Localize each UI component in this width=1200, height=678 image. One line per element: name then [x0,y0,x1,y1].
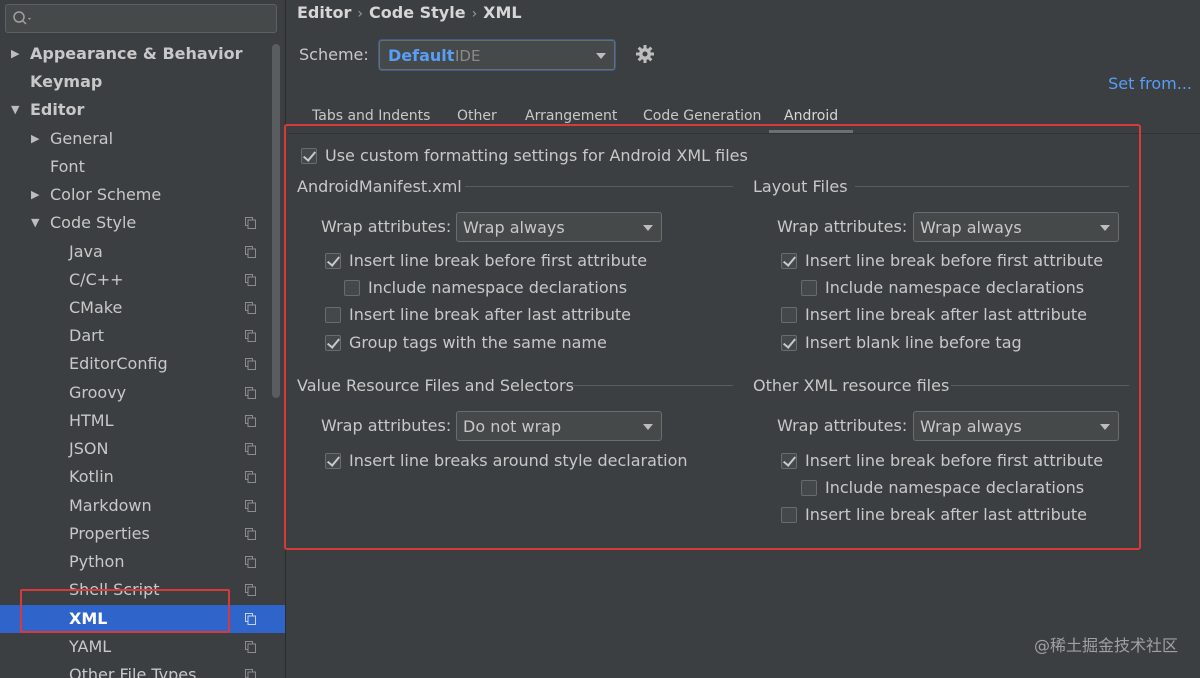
project-copy-icon [245,302,256,314]
tree-item-cmake[interactable]: CMake [0,294,285,322]
project-copy-icon [245,387,256,399]
tree-item-json[interactable]: JSON [0,435,285,463]
tree-item-properties[interactable]: Properties [0,520,285,548]
project-copy-icon [245,443,256,455]
project-copy-icon [245,330,256,342]
tree-item-label: General [50,129,114,148]
tree-item-label: Editor [30,100,85,119]
tree-item-label: Color Scheme [50,185,162,204]
tree-item-label: Font [50,157,85,176]
settings-sidebar: ▶ Appearance & Behavior Keymap ▼ Editor … [0,0,286,678]
settings-search-input[interactable] [5,4,277,33]
tree-item-label: Dart [69,326,104,345]
project-copy-icon [245,556,256,568]
breadcrumb-separator: › [471,6,478,22]
project-copy-icon [245,528,256,540]
project-copy-icon [245,471,256,483]
tree-item-label: C/C++ [69,270,124,289]
tree-item-cpp[interactable]: C/C++ [0,266,285,294]
xml-annotation-box [20,589,230,633]
tree-item-label: Groovy [69,383,127,402]
chevron-right-icon[interactable]: ▶ [31,125,39,153]
watermark-text: @稀土掘金技术社区 [1033,636,1178,655]
tree-item-label: Kotlin [69,467,114,486]
scheme-label: Scheme: [299,45,369,64]
tree-item-label: CMake [69,298,123,317]
tab-tabs-and-indents[interactable]: Tabs and Indents [312,108,430,124]
tree-item-code-style[interactable]: ▼ Code Style [0,209,285,237]
project-copy-icon [245,217,256,229]
tree-item-label: Appearance & Behavior [30,44,243,63]
tree-item-label: YAML [69,637,112,656]
tree-item-label: Markdown [69,496,152,515]
project-copy-icon [245,500,256,512]
set-from-link[interactable]: Set from... [1108,74,1192,93]
chevron-right-icon[interactable]: ▶ [11,40,19,68]
main-panel: Editor › Code Style › XML Scheme: Default ID… [284,0,1200,678]
tree-item-label: HTML [69,411,114,430]
android-annotation-box [284,124,1141,550]
tree-item-keymap[interactable]: Keymap [0,68,285,96]
tree-item-label: EditorConfig [69,354,168,373]
scheme-sub-label: IDE [455,47,481,65]
tree-item-java[interactable]: Java [0,238,285,266]
tree-item-editor[interactable]: ▼ Editor [0,96,285,124]
tab-android[interactable]: Android [784,108,838,124]
breadcrumb: Editor › Code Style › XML [297,3,528,22]
breadcrumb-item-code-style: Code Style [369,3,466,22]
tree-item-font[interactable]: Font [0,153,285,181]
tree-item-label: Code Style [50,213,137,232]
tree-item-label: Python [69,552,125,571]
tree-item-kotlin[interactable]: Kotlin [0,463,285,491]
breadcrumb-item-editor: Editor [297,3,352,22]
tree-item-python[interactable]: Python [0,548,285,576]
project-copy-icon [245,669,256,678]
sidebar-scrollbar[interactable] [272,44,280,398]
tree-item-color-scheme[interactable]: ▶ Color Scheme [0,181,285,209]
tree-item-yaml[interactable]: YAML [0,633,285,661]
tree-item-label: Other File Types [69,665,197,678]
tab-code-generation[interactable]: Code Generation [643,108,761,124]
project-copy-icon [245,246,256,258]
chevron-down-icon[interactable]: ▼ [31,209,39,237]
tree-item-editorconfig[interactable]: EditorConfig [0,350,285,378]
breadcrumb-separator: › [357,6,364,22]
chevron-down-icon[interactable]: ▼ [11,96,19,124]
tree-item-label: JSON [69,439,109,458]
project-copy-icon [245,358,256,370]
tree-item-general[interactable]: ▶ General [0,125,285,153]
scheme-value: Default [388,46,455,65]
tree-item-groovy[interactable]: Groovy [0,379,285,407]
tree-item-label: Keymap [30,72,103,91]
tab-other[interactable]: Other [457,108,497,124]
search-icon [13,11,31,25]
tree-item-html[interactable]: HTML [0,407,285,435]
project-copy-icon [245,613,256,625]
tree-item-markdown[interactable]: Markdown [0,492,285,520]
breadcrumb-item-xml: XML [483,3,522,22]
tree-item-other-file-types[interactable]: Other File Types [0,661,285,678]
tree-item-appearance-behavior[interactable]: ▶ Appearance & Behavior [0,40,285,68]
project-copy-icon [245,415,256,427]
project-copy-icon [245,641,256,653]
chevron-right-icon[interactable]: ▶ [31,181,39,209]
gear-icon[interactable] [635,44,655,64]
tree-item-label: Java [69,242,103,261]
scheme-dropdown[interactable]: Default IDE [379,40,615,70]
tree-item-dart[interactable]: Dart [0,322,285,350]
project-copy-icon [245,274,256,286]
project-copy-icon [245,584,256,596]
tab-arrangement[interactable]: Arrangement [525,108,617,124]
tree-item-label: Properties [69,524,150,543]
chevron-down-icon [596,53,606,59]
